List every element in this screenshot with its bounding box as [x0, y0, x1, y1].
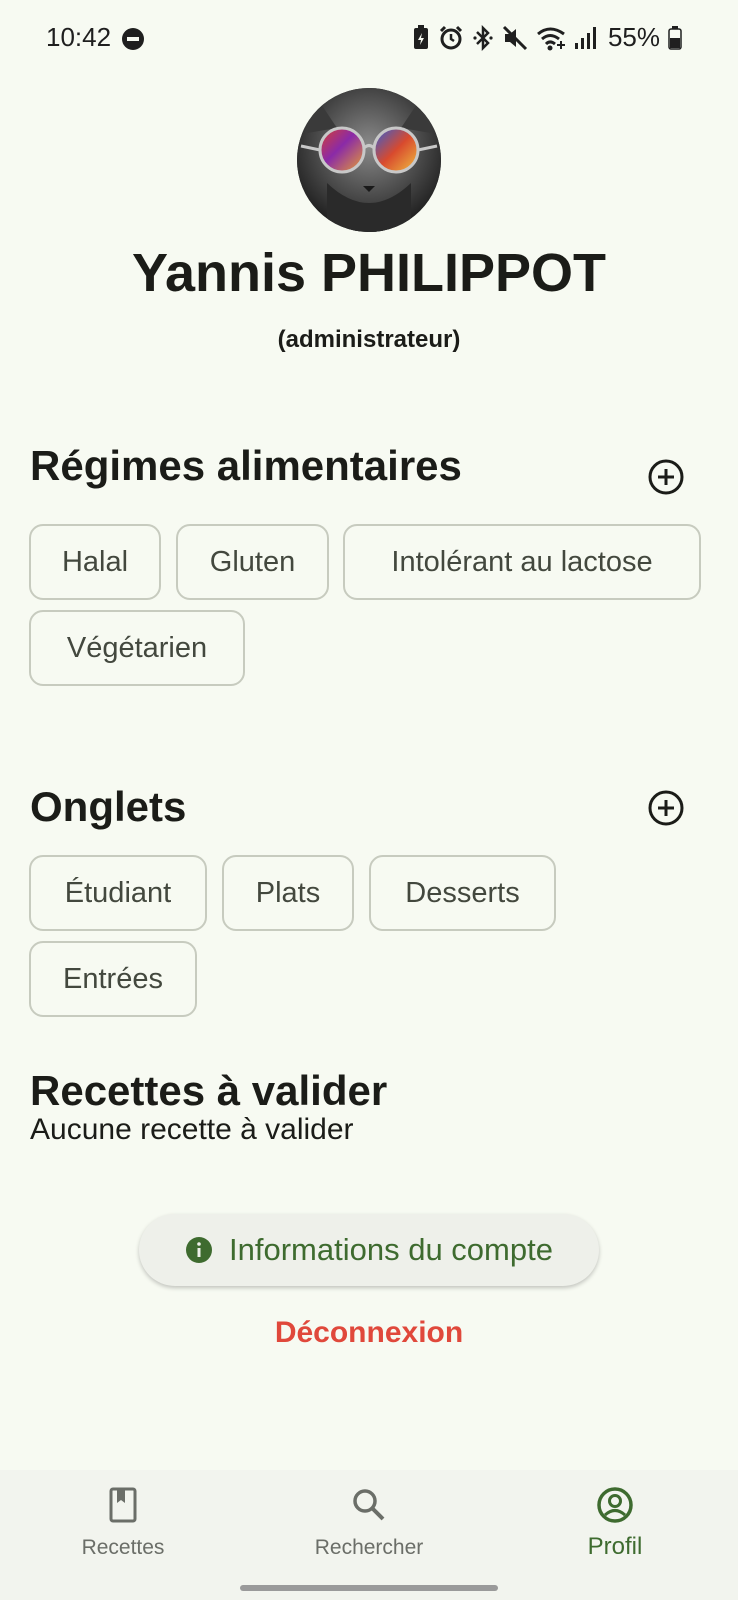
bluetooth-icon — [473, 24, 493, 51]
status-bar: 10:42 55% — [0, 0, 738, 78]
profile-role: (administrateur) — [277, 326, 461, 353]
add-diet-icon[interactable] — [648, 459, 684, 495]
nav-item-rechercher[interactable]: Rechercher — [246, 1470, 492, 1575]
mute-icon — [502, 25, 528, 50]
nav-label-rechercher: Rechercher — [314, 1536, 424, 1559]
battery-saver-icon — [413, 24, 428, 49]
bottom-nav: Recettes Rechercher Profil — [0, 1470, 738, 1575]
do-not-disturb-icon — [122, 28, 144, 50]
alarm-icon — [439, 25, 463, 49]
tab-chip-entrees[interactable]: Entrées — [29, 941, 197, 1017]
nav-label-recettes: Recettes — [81, 1536, 165, 1559]
signal-icon — [574, 26, 596, 49]
book-icon — [109, 1487, 137, 1523]
avatar-image — [297, 88, 441, 232]
nav-label-profil: Profil — [587, 1533, 643, 1560]
search-icon — [353, 1489, 385, 1521]
tabs-section-title: Onglets — [30, 783, 187, 830]
avatar[interactable] — [297, 88, 441, 232]
status-icons: 55% — [412, 22, 682, 53]
gesture-bar — [0, 1575, 738, 1600]
diet-chip-lactose[interactable]: Intolérant au lactose — [343, 524, 701, 600]
status-time: 10:42 — [46, 22, 112, 52]
battery-icon — [668, 25, 682, 50]
nav-item-recettes[interactable]: Recettes — [0, 1470, 246, 1575]
tab-chip-plats[interactable]: Plats — [222, 855, 354, 931]
diet-chip-vegetarien[interactable]: Végétarien — [29, 610, 245, 686]
gesture-handle[interactable] — [240, 1585, 498, 1591]
info-icon — [186, 1237, 213, 1263]
diet-chip-gluten[interactable]: Gluten — [176, 524, 329, 600]
diets-section-title: Régimes alimentaires — [30, 442, 462, 489]
account-circle-icon — [597, 1487, 633, 1523]
diet-chip-halal[interactable]: Halal — [29, 524, 161, 600]
account-info-button[interactable]: Informations du compte — [139, 1214, 599, 1286]
tab-chip-desserts[interactable]: Desserts — [369, 855, 556, 931]
logout-button[interactable]: Déconnexion — [0, 1316, 738, 1350]
profile-name: Yannis PHILIPPOT — [131, 243, 607, 303]
add-tab-icon[interactable] — [648, 790, 684, 826]
wifi-icon — [536, 27, 565, 50]
pending-empty-text: Aucune recette à valider — [30, 1113, 354, 1146]
battery-level: 55% — [607, 22, 660, 52]
account-info-label: Informations du compte — [229, 1232, 553, 1267]
pending-section-title: Recettes à valider — [30, 1067, 388, 1114]
nav-item-profil[interactable]: Profil — [492, 1470, 738, 1575]
tab-chip-etudiant[interactable]: Étudiant — [29, 855, 207, 931]
